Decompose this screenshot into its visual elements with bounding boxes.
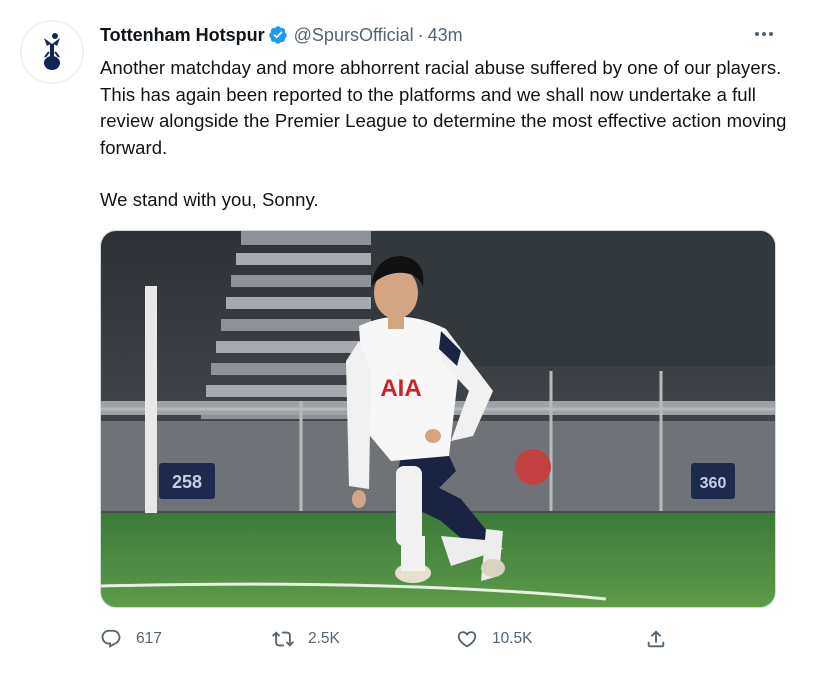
more-horizontal-icon bbox=[755, 32, 773, 36]
separator-dot: · bbox=[417, 25, 424, 45]
tweet-card[interactable]: Tottenham Hotspur @SpursOfficial · 43m A… bbox=[0, 0, 816, 683]
tweet-text-paragraph: We stand with you, Sonny. bbox=[100, 189, 319, 210]
stand-sign-right: 360 bbox=[700, 475, 727, 492]
tweet-header: Tottenham Hotspur @SpursOfficial · 43m bbox=[100, 22, 776, 48]
reply-button[interactable]: 617 bbox=[100, 622, 162, 656]
retweet-icon bbox=[272, 631, 294, 647]
reply-icon bbox=[101, 629, 121, 648]
tweet-text: Another matchday and more abhorrent raci… bbox=[100, 55, 790, 214]
tweet-actions: 617 2.5K 10.5K bbox=[100, 622, 700, 656]
share-button[interactable] bbox=[645, 622, 667, 656]
share-icon bbox=[647, 630, 665, 648]
verified-badge-icon bbox=[268, 26, 287, 44]
player-kneeling-photo: 258 360 AIA bbox=[101, 231, 775, 607]
tweet-text-paragraph: Another matchday and more abhorrent raci… bbox=[100, 57, 787, 158]
shirt-sponsor: AIA bbox=[380, 375, 421, 402]
heart-icon bbox=[457, 631, 477, 648]
author-handle[interactable]: @SpursOfficial bbox=[294, 22, 414, 48]
like-button[interactable]: 10.5K bbox=[456, 622, 533, 656]
retweet-count: 2.5K bbox=[308, 630, 340, 647]
reply-count: 617 bbox=[136, 630, 162, 647]
club-crest-icon bbox=[44, 33, 60, 70]
more-button[interactable] bbox=[750, 24, 778, 44]
tweet-media-photo[interactable]: 258 360 AIA bbox=[100, 230, 776, 608]
avatar[interactable] bbox=[20, 20, 84, 84]
stand-sign-left: 258 bbox=[172, 472, 202, 492]
like-count: 10.5K bbox=[492, 630, 533, 647]
retweet-button[interactable]: 2.5K bbox=[272, 622, 340, 656]
author-name[interactable]: Tottenham Hotspur bbox=[100, 22, 265, 48]
tweet-timestamp[interactable]: 43m bbox=[428, 22, 463, 48]
